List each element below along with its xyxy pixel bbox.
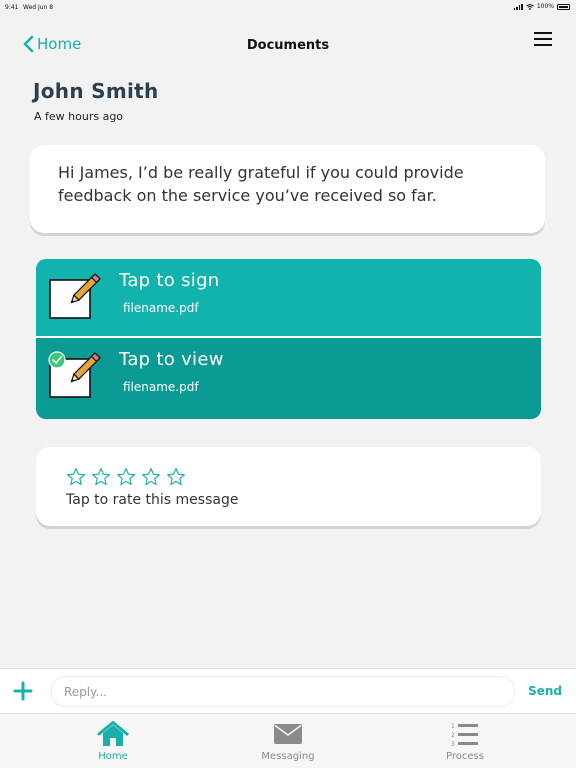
battery-percentage: 100% <box>536 3 554 10</box>
status-time: 9:41 <box>5 4 19 11</box>
rating-card: Tap to rate this message <box>36 447 541 526</box>
navigation-bar: Home Documents <box>0 28 576 64</box>
message-body: Hi James, I’d be really grateful if you … <box>58 163 464 205</box>
battery-icon <box>557 3 570 10</box>
cellular-signal-icon <box>513 3 523 10</box>
wifi-icon <box>526 3 534 10</box>
document-action-label: Tap to sign <box>119 270 220 291</box>
sender-name: John Smith <box>33 79 159 103</box>
svg-text:2: 2 <box>451 732 455 739</box>
star-outline-icon[interactable] <box>66 467 86 487</box>
tab-label: Process <box>446 751 484 762</box>
svg-text:3: 3 <box>451 741 455 747</box>
checkmark-icon <box>48 351 66 369</box>
envelope-icon <box>274 724 302 744</box>
star-rating[interactable] <box>66 467 186 487</box>
plus-icon[interactable] <box>13 681 33 701</box>
document-action-label: Tap to view <box>119 349 224 370</box>
status-indicators: 100% <box>513 3 570 10</box>
star-outline-icon[interactable] <box>116 467 136 487</box>
tab-messaging[interactable]: Messaging <box>243 720 333 762</box>
send-button[interactable]: Send <box>528 684 562 698</box>
tab-label: Home <box>98 751 128 762</box>
document-filename: filename.pdf <box>123 380 199 394</box>
star-outline-icon[interactable] <box>141 467 161 487</box>
rating-label: Tap to rate this message <box>66 492 239 508</box>
tab-bar: Home Messaging 1 2 3 Process <box>0 713 576 768</box>
message-timestamp: A few hours ago <box>34 110 124 123</box>
reply-bar: Send <box>0 668 576 713</box>
svg-text:1: 1 <box>451 723 455 730</box>
message-bubble: Hi James, I’d be really grateful if you … <box>30 145 545 233</box>
numbered-list-icon: 1 2 3 <box>451 723 478 747</box>
star-outline-icon[interactable] <box>91 467 111 487</box>
tab-process[interactable]: 1 2 3 Process <box>420 720 510 762</box>
document-pencil-icon <box>48 351 101 398</box>
status-date: Wed Jun 8 <box>23 4 54 11</box>
document-row-sign[interactable]: Tap to sign filename.pdf <box>36 259 541 338</box>
page-title: Documents <box>246 38 330 53</box>
hamburger-menu-icon[interactable] <box>534 32 552 48</box>
tab-home[interactable]: Home <box>68 720 158 762</box>
star-outline-icon[interactable] <box>166 467 186 487</box>
documents-card: Tap to sign filename.pdf Tap to view fil… <box>36 259 541 419</box>
document-filename: filename.pdf <box>123 301 199 315</box>
reply-input[interactable] <box>51 676 515 707</box>
document-pencil-icon <box>49 273 101 319</box>
house-icon <box>97 721 129 746</box>
tab-label: Messaging <box>261 751 315 762</box>
status-bar: 9:41 Wed Jun 8 100% <box>0 0 576 16</box>
document-row-view[interactable]: Tap to view filename.pdf <box>36 338 541 419</box>
